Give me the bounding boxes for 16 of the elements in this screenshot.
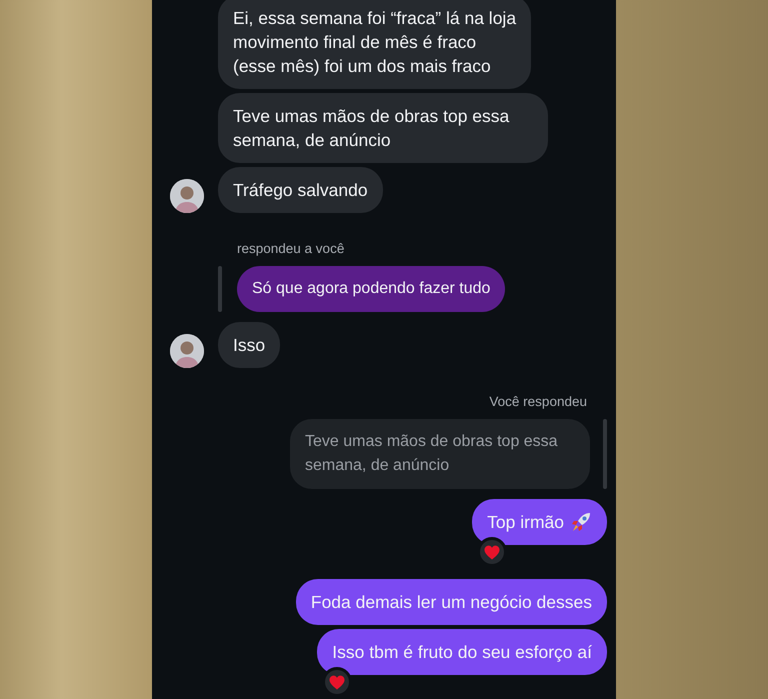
- avatar[interactable]: [170, 179, 204, 213]
- quoted-message: Teve umas mãos de obras top essa semana, de anúncio: [290, 419, 590, 489]
- heart-icon: [484, 544, 500, 560]
- message-bubble: Teve umas mãos de obras top essa semana, de anúncio: [218, 93, 548, 163]
- message-bubble: Tráfego salvando: [218, 167, 383, 213]
- message-bubble: Ei, essa semana foi “fraca” lá na loja movimento final de mês é fraco (esse mês) foi um dos mais fraco: [218, 0, 532, 89]
- heart-icon: [329, 674, 346, 690]
- message-bubble: Isso: [218, 322, 280, 368]
- reply-label: Você respondeu: [489, 394, 587, 409]
- message-text: Isso tbm é fruto do seu esforço aí: [332, 641, 592, 664]
- message-text: Top irmão: [487, 511, 564, 534]
- rocket-icon: [570, 511, 592, 533]
- quoted-message: Só que agora podendo fazer tudo: [237, 266, 506, 312]
- reply-label: respondeu a você: [237, 241, 346, 256]
- message-text: Foda demais ler um negócio desses: [310, 591, 592, 614]
- avatar[interactable]: [170, 334, 204, 368]
